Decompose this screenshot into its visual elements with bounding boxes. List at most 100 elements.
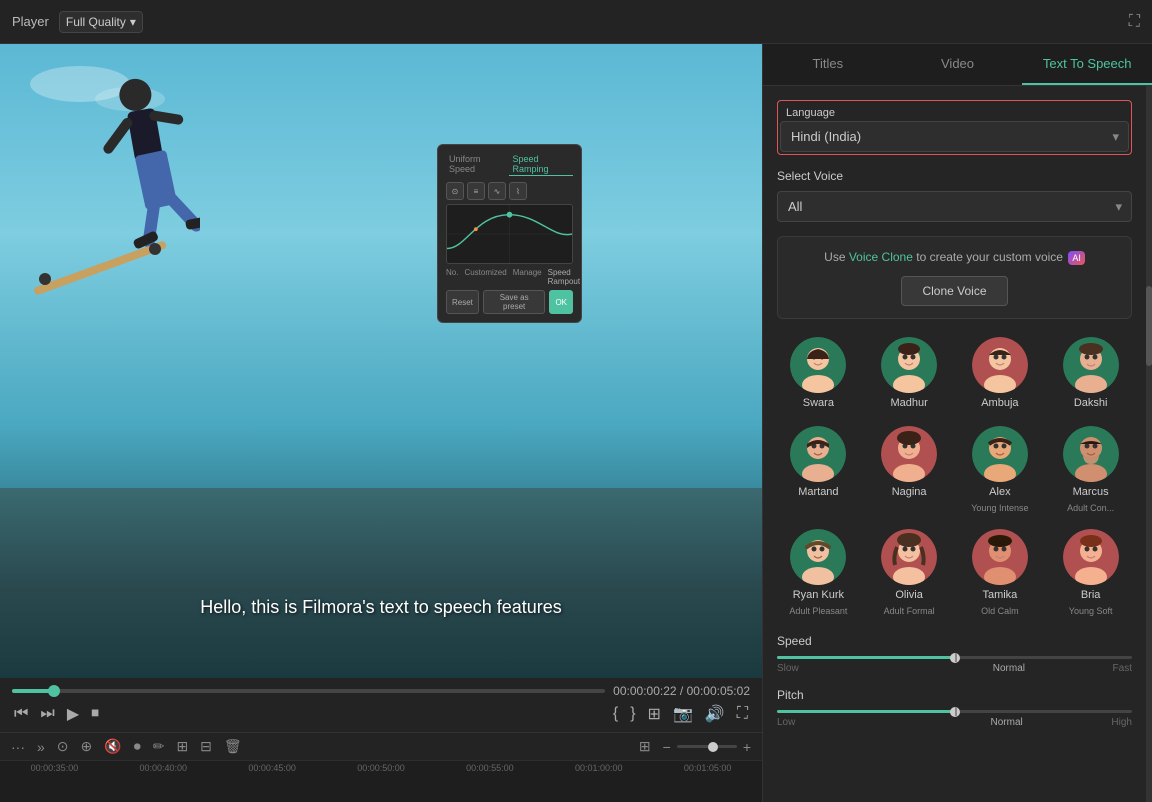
- tl-edit-btn[interactable]: ✏: [150, 737, 168, 756]
- voice-avatar-dakshi: [1063, 337, 1119, 393]
- voice-card-bria[interactable]: BriaYoung Soft: [1049, 525, 1132, 620]
- uniform-speed-tab[interactable]: Uniform Speed: [446, 153, 505, 176]
- voice-clone-link[interactable]: Voice Clone: [849, 250, 913, 264]
- clone-voice-btn[interactable]: Clone Voice: [901, 276, 1007, 306]
- language-label: Language: [780, 103, 1129, 121]
- voice-subtitle-bria: Young Soft: [1069, 606, 1113, 616]
- timeline-tick: 00:00:55:00: [435, 763, 544, 773]
- voice-card-ambuja[interactable]: Ambuja: [959, 333, 1042, 414]
- voice-name-olivia: Olivia: [895, 589, 923, 602]
- tl-speed-btn[interactable]: ⊕: [78, 737, 96, 756]
- voice-name-alex: Alex: [989, 486, 1010, 499]
- voice-name-tamika: Tamika: [982, 589, 1017, 602]
- mark-out-btn[interactable]: }: [628, 703, 637, 725]
- voice-card-martand[interactable]: Martand: [777, 422, 860, 517]
- tab-tts[interactable]: Text To Speech: [1022, 44, 1152, 85]
- tab-titles[interactable]: Titles: [763, 44, 893, 85]
- language-box: Language Hindi (India) ▾: [777, 100, 1132, 155]
- voice-clone-text: Use Voice Clone to create your custom vo…: [790, 249, 1119, 266]
- left-panel: Uniform Speed Speed Ramping ⊙ ≡ ∿ ⌇: [0, 44, 762, 802]
- language-select[interactable]: Hindi (India): [780, 121, 1129, 152]
- timeline-tick: 00:01:00:00: [544, 763, 653, 773]
- voice-card-swara[interactable]: Swara: [777, 333, 860, 414]
- voice-name-madhur: Madhur: [890, 397, 927, 410]
- progress-bar-container: 00:00:00:22 / 00:00:05:02: [12, 684, 750, 698]
- tab-video[interactable]: Video: [893, 44, 1023, 85]
- voice-avatar-swara: [790, 337, 846, 393]
- tl-track-btn[interactable]: ⊞: [173, 737, 191, 756]
- tl-grid-btn[interactable]: ⊞: [636, 737, 654, 756]
- snapshot-btn[interactable]: 📷: [671, 702, 695, 726]
- voice-card-nagina[interactable]: Nagina: [868, 422, 951, 517]
- timeline-ruler: 00:00:35:0000:00:40:0000:00:45:0000:00:5…: [0, 761, 762, 775]
- voice-card-madhur[interactable]: Madhur: [868, 333, 951, 414]
- voice-subtitle-ryan_kurk: Adult Pleasant: [789, 606, 847, 616]
- voice-filter-select[interactable]: All: [777, 191, 1132, 222]
- tl-audio-btn[interactable]: ⊙: [54, 737, 72, 756]
- pitch-section: Pitch Low Normal High: [777, 688, 1132, 728]
- fullscreen-btn[interactable]: ⛶: [735, 703, 750, 725]
- tl-mute-btn[interactable]: 🔇: [101, 737, 124, 756]
- voice-card-dakshi[interactable]: Dakshi: [1049, 333, 1132, 414]
- timeline-tick: 00:00:40:00: [109, 763, 218, 773]
- quality-selector[interactable]: Full Quality ▾: [59, 11, 143, 33]
- voice-card-marcus[interactable]: Marcus Adult Con...: [1049, 422, 1132, 517]
- scrollbar[interactable]: [1146, 86, 1152, 802]
- progress-bar[interactable]: [12, 689, 605, 693]
- tl-menu-btn[interactable]: ···: [8, 738, 28, 756]
- crop-btn[interactable]: ⊞: [646, 702, 663, 726]
- video-background: Uniform Speed Speed Ramping ⊙ ≡ ∿ ⌇: [0, 44, 762, 678]
- voice-card-ryan_kurk[interactable]: Ryan KurkAdult Pleasant: [777, 525, 860, 620]
- timeline-tick: 00:00:35:00: [0, 763, 109, 773]
- tl-record-btn[interactable]: ⏺: [131, 737, 144, 756]
- voice-avatar-tamika: [972, 529, 1028, 585]
- popup-buttons: Reset Save as preset OK: [446, 290, 573, 314]
- voice-subtitle-alex: Young Intense: [971, 503, 1028, 513]
- speed-slider-track[interactable]: [777, 656, 1132, 659]
- voice-avatar-marcus: [1063, 426, 1119, 482]
- speed-section: Speed Slow Normal Fast: [777, 634, 1132, 674]
- voice-card-tamika[interactable]: TamikaOld Calm: [959, 525, 1042, 620]
- tl-zoom-in[interactable]: +: [740, 738, 754, 756]
- tl-zoom-out[interactable]: −: [660, 738, 674, 756]
- frame-back-btn[interactable]: ⏭: [38, 703, 56, 725]
- pitch-labels: Low Normal High: [777, 717, 1132, 728]
- speed-label: Speed: [777, 634, 1132, 648]
- voice-subtitle-marcus: Adult Con...: [1067, 503, 1114, 513]
- stop-btn[interactable]: ⏹: [89, 703, 101, 725]
- popup-icon-4[interactable]: ⌇: [509, 182, 527, 200]
- tl-expand-btn[interactable]: »: [34, 738, 48, 756]
- popup-icon-2[interactable]: ≡: [467, 182, 485, 200]
- voice-card-alex[interactable]: Alex Young Intense: [959, 422, 1042, 517]
- popup-icon-1[interactable]: ⊙: [446, 182, 464, 200]
- speed-fill: [777, 656, 955, 659]
- play-btn[interactable]: ▶: [65, 702, 81, 726]
- pitch-fill: [777, 710, 955, 713]
- skip-back-btn[interactable]: ⏮: [12, 703, 30, 725]
- popup-icon-3[interactable]: ∿: [488, 182, 506, 200]
- popup-labels: No.CustomizedManageSpeed Rampout: [446, 268, 573, 286]
- tl-zoom-track[interactable]: [677, 745, 737, 748]
- voice-avatar-alex: [972, 426, 1028, 482]
- video-container: Uniform Speed Speed Ramping ⊙ ≡ ∿ ⌇: [0, 44, 762, 678]
- top-bar-right: ⛶: [1129, 13, 1140, 31]
- popup-icons: ⊙ ≡ ∿ ⌇: [446, 182, 573, 200]
- save-as-preset-btn[interactable]: Save as preset: [483, 290, 546, 314]
- pitch-slider-track[interactable]: [777, 710, 1132, 713]
- voice-avatar-ambuja: [972, 337, 1028, 393]
- voice-avatar-ryan_kurk: [790, 529, 846, 585]
- ok-btn[interactable]: OK: [549, 290, 573, 314]
- reset-btn[interactable]: Reset: [446, 290, 479, 314]
- voice-name-marcus: Marcus: [1073, 486, 1109, 499]
- tl-layers-btn[interactable]: ⊟: [197, 737, 215, 756]
- main-area: Uniform Speed Speed Ramping ⊙ ≡ ∿ ⌇: [0, 44, 1152, 802]
- mark-in-btn[interactable]: {: [611, 703, 620, 725]
- timeline-toolbar: ··· » ⊙ ⊕ 🔇 ⏺ ✏ ⊞ ⊟ 🗑 ⊞ − +: [0, 733, 762, 761]
- volume-btn[interactable]: 🔊: [703, 702, 727, 726]
- right-panel: Titles Video Text To Speech Language Hin…: [762, 44, 1152, 802]
- panel-content: Language Hindi (India) ▾ Select Voice Al…: [763, 86, 1146, 802]
- tl-delete-btn[interactable]: 🗑: [221, 737, 245, 756]
- voice-filter-wrapper: All ▾: [777, 191, 1132, 222]
- speed-ramping-tab[interactable]: Speed Ramping: [509, 153, 573, 176]
- voice-card-olivia[interactable]: OliviaAdult Formal: [868, 525, 951, 620]
